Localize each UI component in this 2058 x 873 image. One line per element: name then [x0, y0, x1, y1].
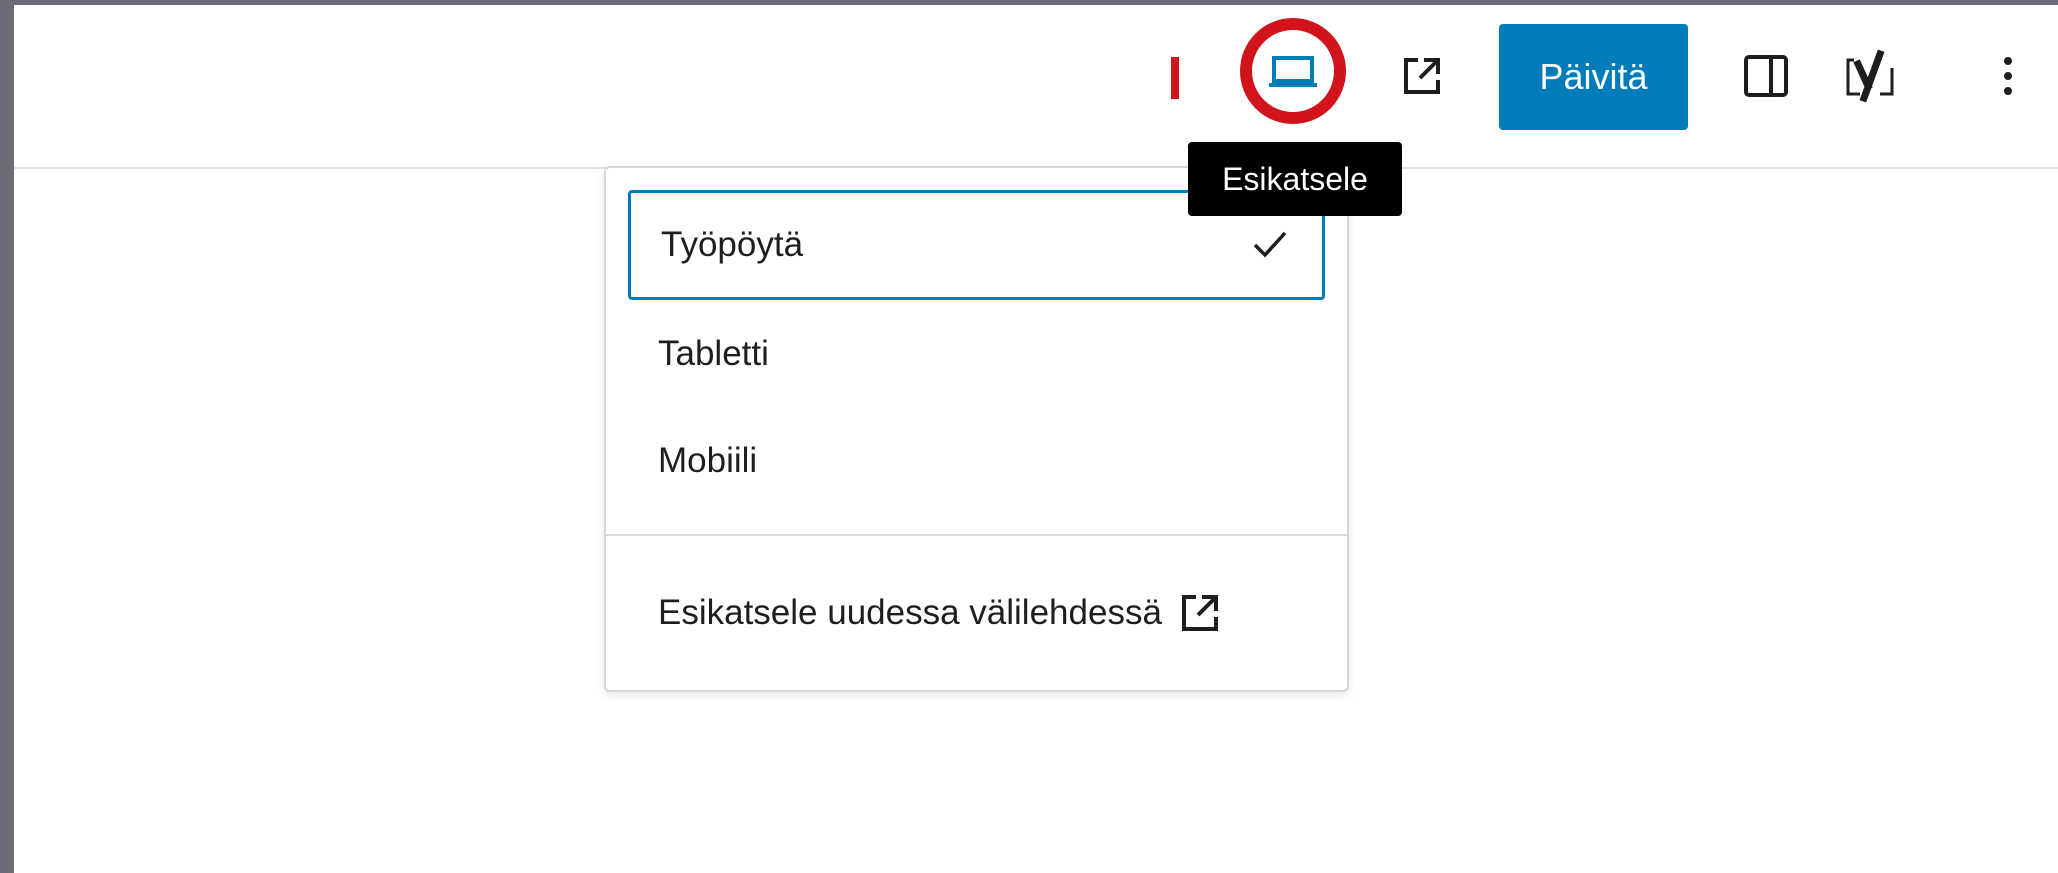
sidebar-toggle-icon	[1743, 54, 1789, 103]
external-link-icon	[1178, 591, 1222, 635]
preview-dropdown-menu: Työpöytä Tabletti Mobiili Esikatsele uud…	[604, 166, 1349, 692]
menu-item-label: Esikatsele uudessa välilehdessä	[658, 593, 1162, 632]
check-icon	[1252, 229, 1288, 269]
menu-item-mobile[interactable]: Mobiili	[628, 408, 1325, 514]
more-vertical-icon	[2003, 56, 2013, 101]
highlight-ring	[1240, 18, 1346, 124]
menu-item-label: Työpöytä	[661, 225, 804, 264]
menu-item-label: Tabletti	[658, 334, 769, 373]
preview-tooltip: Esikatsele	[1188, 142, 1402, 216]
red-marker	[1171, 57, 1179, 99]
menu-divider	[606, 534, 1347, 536]
menu-item-tablet[interactable]: Tabletti	[628, 300, 1325, 408]
update-button[interactable]: Päivitä	[1499, 24, 1688, 130]
menu-item-preview-new-tab[interactable]: Esikatsele uudessa välilehdessä	[628, 558, 1325, 668]
yoast-seo-icon	[1840, 48, 1900, 109]
menu-item-label: Mobiili	[658, 441, 758, 480]
yoast-seo-button[interactable]	[1834, 42, 1906, 114]
options-button[interactable]	[1988, 46, 2028, 110]
external-link-icon	[1400, 54, 1444, 103]
settings-sidebar-button[interactable]	[1734, 46, 1798, 110]
view-post-button[interactable]	[1390, 46, 1454, 110]
